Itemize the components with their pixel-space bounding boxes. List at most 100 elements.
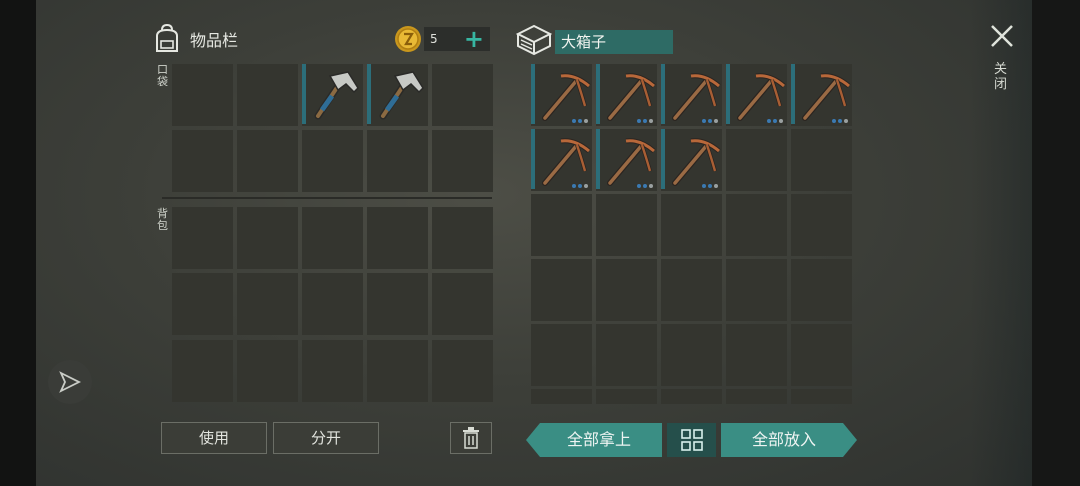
gold-amount: 5 — [430, 32, 438, 46]
durability-dots — [767, 119, 783, 123]
backpack-slot[interactable] — [172, 273, 233, 335]
slot-marker — [661, 129, 665, 189]
box-slot[interactable] — [661, 259, 722, 321]
gold-coin-icon — [395, 26, 421, 52]
backpack-slot[interactable] — [302, 273, 363, 335]
box-slot[interactable] — [661, 64, 722, 126]
close-label[interactable]: 关闭 — [994, 62, 1008, 92]
box-slot[interactable] — [661, 324, 722, 386]
slot-marker — [661, 64, 665, 124]
box-slot[interactable] — [726, 324, 787, 386]
box-slot[interactable] — [791, 324, 852, 386]
slot-marker — [791, 64, 795, 124]
slot-marker — [367, 64, 371, 124]
box-slot[interactable] — [596, 324, 657, 386]
pocket-slot[interactable] — [367, 64, 428, 126]
pocket-slot[interactable] — [237, 64, 298, 126]
box-slot[interactable] — [661, 194, 722, 256]
box-slot[interactable] — [596, 129, 657, 191]
backpack-slot[interactable] — [432, 273, 493, 335]
take-all-button[interactable]: 全部拿上 — [526, 423, 662, 457]
durability-dot — [714, 119, 718, 123]
durability-dot — [708, 119, 712, 123]
box-slot[interactable] — [791, 259, 852, 321]
box-slot[interactable] — [726, 129, 787, 191]
pocket-slot[interactable] — [432, 130, 493, 192]
pocket-slot[interactable] — [367, 130, 428, 192]
box-slot[interactable] — [531, 194, 592, 256]
durability-dot — [702, 184, 706, 188]
put-all-button[interactable]: 全部放入 — [721, 423, 857, 457]
box-slot[interactable] — [531, 389, 592, 404]
left-edge — [0, 0, 36, 486]
backpack-slot[interactable] — [367, 273, 428, 335]
backpack-slot[interactable] — [432, 340, 493, 402]
inventory-title: 物品栏 — [190, 31, 239, 50]
inventory-header: 物品栏 — [154, 24, 238, 54]
pocket-slot[interactable] — [302, 130, 363, 192]
pickaxe-icon — [607, 73, 656, 121]
backpack-slot[interactable] — [172, 207, 233, 269]
durability-dots — [637, 184, 653, 188]
add-gold-button[interactable]: + — [464, 27, 484, 51]
backpack-slot[interactable] — [302, 340, 363, 402]
send-icon — [59, 371, 82, 393]
section-divider — [162, 197, 492, 199]
right-edge — [1032, 0, 1080, 486]
backpack-icon — [156, 24, 178, 52]
box-slot[interactable] — [726, 194, 787, 256]
backpack-slot[interactable] — [237, 207, 298, 269]
box-slot[interactable] — [791, 194, 852, 256]
grid-icon — [680, 429, 703, 451]
backpack-slot[interactable] — [367, 340, 428, 402]
durability-dot — [844, 119, 848, 123]
gold-box: 5 + — [424, 27, 490, 51]
box-slot[interactable] — [726, 389, 787, 404]
box-slot[interactable] — [531, 259, 592, 321]
backpack-slot[interactable] — [237, 340, 298, 402]
backpack-slot[interactable] — [367, 207, 428, 269]
box-slot[interactable] — [791, 389, 852, 404]
durability-dot — [838, 119, 842, 123]
close-icon[interactable] — [988, 22, 1016, 50]
durability-dots — [702, 184, 718, 188]
pocket-slot[interactable] — [172, 64, 233, 126]
trash-icon — [463, 427, 479, 449]
pocket-slot[interactable] — [237, 130, 298, 192]
pocket-slot[interactable] — [432, 64, 493, 126]
durability-dot — [779, 119, 783, 123]
backpack-slot[interactable] — [302, 207, 363, 269]
hammer-icon — [314, 71, 359, 120]
box-slot[interactable] — [661, 129, 722, 191]
pickaxe-icon — [802, 73, 851, 121]
box-slot[interactable] — [531, 324, 592, 386]
backpack-slot[interactable] — [172, 340, 233, 402]
box-slot[interactable] — [726, 259, 787, 321]
pickaxe-icon — [672, 73, 721, 121]
durability-dot — [714, 184, 718, 188]
box-slot[interactable] — [596, 259, 657, 321]
box-slot[interactable] — [596, 194, 657, 256]
box-slot[interactable] — [661, 389, 722, 404]
box-slot[interactable] — [791, 129, 852, 191]
box-slot[interactable] — [531, 129, 592, 191]
pocket-slot[interactable] — [302, 64, 363, 126]
pocket-slot[interactable] — [172, 130, 233, 192]
slot-marker — [531, 129, 535, 189]
slot-marker — [596, 64, 600, 124]
box-slot[interactable] — [791, 64, 852, 126]
durability-dots — [637, 119, 653, 123]
slot-marker — [531, 64, 535, 124]
pocket-label: 口袋 — [157, 63, 168, 88]
sort-button[interactable] — [667, 423, 716, 457]
split-button[interactable]: 分开 — [273, 422, 379, 454]
send-button[interactable] — [48, 360, 92, 404]
backpack-slot[interactable] — [432, 207, 493, 269]
backpack-slot[interactable] — [237, 273, 298, 335]
delete-button[interactable] — [450, 422, 492, 454]
use-button[interactable]: 使用 — [161, 422, 267, 454]
box-slot[interactable] — [596, 389, 657, 404]
box-slot[interactable] — [726, 64, 787, 126]
box-slot[interactable] — [531, 64, 592, 126]
box-slot[interactable] — [596, 64, 657, 126]
